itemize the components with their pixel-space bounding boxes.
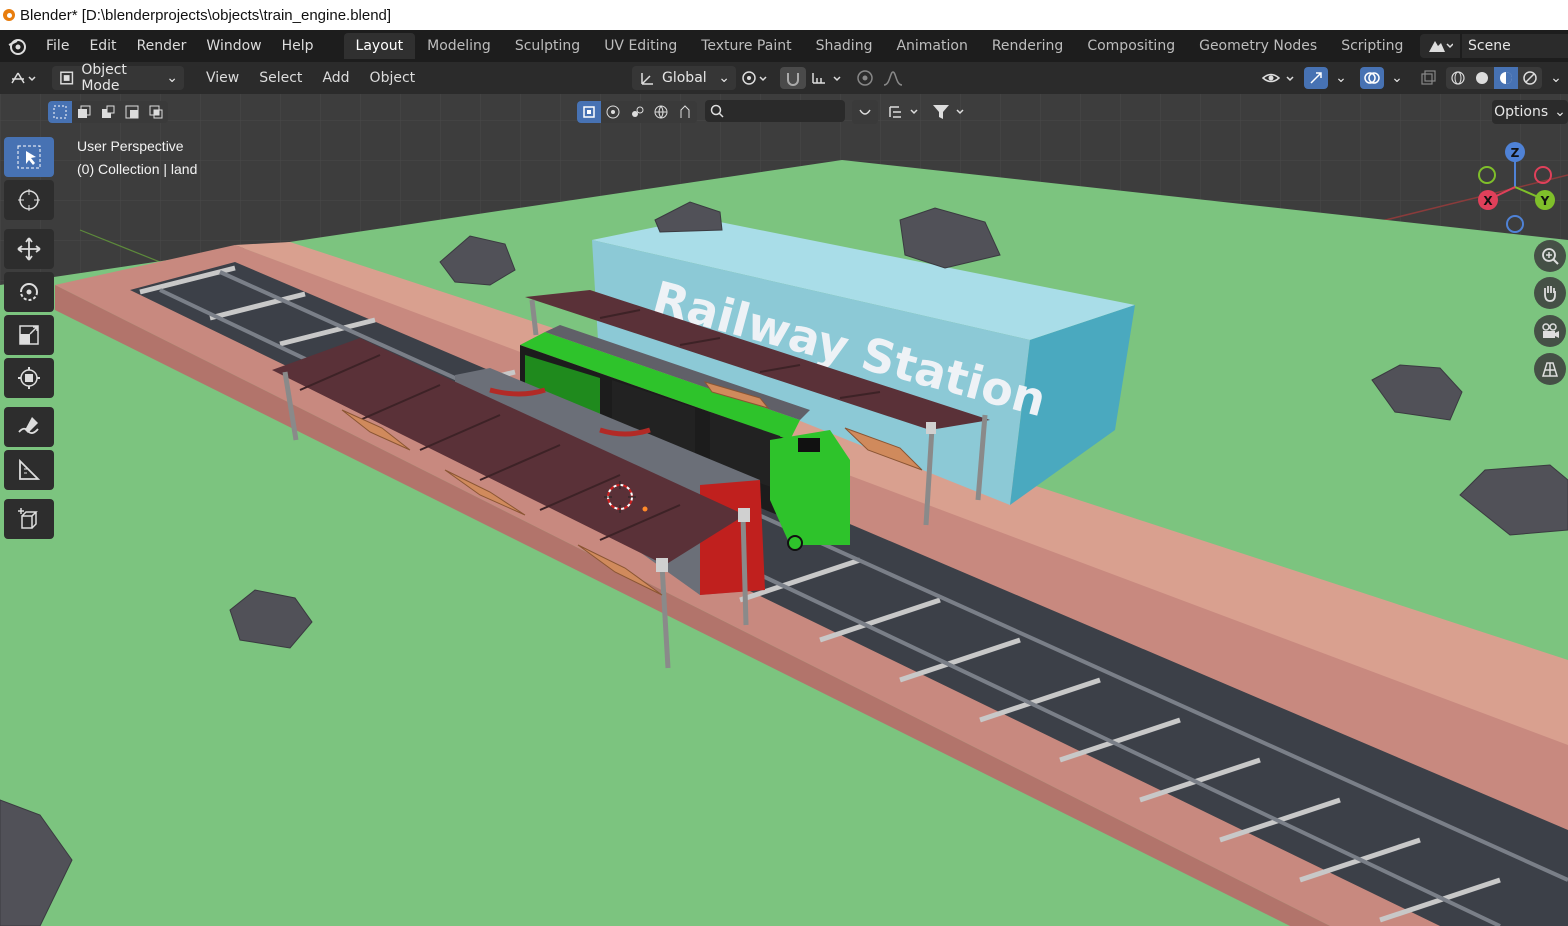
select-new-icon[interactable] (48, 101, 72, 123)
editor-type-icon[interactable] (6, 67, 42, 89)
scene-selector[interactable]: Scene (1420, 33, 1568, 59)
header-menu-select[interactable]: Select (249, 70, 312, 86)
gizmo-x-label: X (1483, 194, 1493, 208)
tab-layout[interactable]: Layout (343, 33, 416, 59)
scene-icon[interactable] (1420, 34, 1460, 58)
menu-help[interactable]: Help (272, 38, 324, 54)
measure-icon[interactable] (4, 450, 54, 490)
tab-sculpting[interactable]: Sculpting (503, 33, 592, 59)
chevron-down-icon[interactable]: ⌄ (1330, 67, 1352, 89)
search-icon (710, 104, 724, 118)
filter-armature-icon[interactable] (673, 101, 697, 123)
options-button[interactable]: Options ⌄ (1492, 100, 1568, 124)
orientation-dropdown[interactable]: Global ⌄ (632, 66, 736, 90)
overlays-toggle-icon[interactable] (1360, 67, 1384, 89)
menu-edit[interactable]: Edit (79, 38, 126, 54)
filter-materials-icon[interactable] (625, 101, 649, 123)
chevron-down-icon[interactable]: ⌄ (1546, 67, 1566, 89)
select-extend-icon[interactable] (72, 101, 96, 123)
blender-menu-icon[interactable] (6, 35, 28, 57)
collection-filter-group (577, 100, 697, 124)
mode-label: Object Mode (81, 62, 127, 94)
header-menu-add[interactable]: Add (312, 70, 359, 86)
orientation-icon (641, 73, 653, 85)
mode-dropdown[interactable]: Object Mode ⌄ (52, 62, 184, 94)
tab-rendering[interactable]: Rendering (980, 33, 1076, 59)
filter-icon[interactable] (928, 100, 970, 124)
wireframe-shading-icon[interactable] (1446, 67, 1470, 89)
filter-meshes-icon[interactable] (601, 101, 625, 123)
gizmo-toggle-icon[interactable] (1304, 67, 1328, 89)
blender-logo-icon (3, 9, 15, 21)
tool-shelf (4, 137, 56, 542)
top-menubar: File Edit Render Window Help Layout Mode… (0, 30, 1568, 62)
menu-file[interactable]: File (36, 38, 79, 54)
scene-render[interactable]: Railway Station Z Y X (0, 94, 1568, 926)
shading-mode-group (1446, 67, 1542, 89)
select-mode-group (48, 100, 168, 124)
sync-icon[interactable] (852, 100, 878, 124)
orientation-label: Global (662, 70, 707, 86)
filter-objects-icon[interactable] (577, 101, 601, 123)
chevron-down-icon[interactable]: ⌄ (1386, 67, 1408, 89)
tab-modeling[interactable]: Modeling (415, 33, 503, 59)
zoom-icon[interactable] (1534, 240, 1566, 272)
menu-render[interactable]: Render (127, 38, 197, 54)
gizmo-y-label: Y (1540, 194, 1550, 208)
move-icon[interactable] (4, 229, 54, 269)
window-titlebar: Blender* [D:\blenderprojects\objects\tra… (0, 0, 1568, 30)
grid-icon[interactable] (1534, 353, 1566, 385)
filter-world-icon[interactable] (649, 101, 673, 123)
viewport-search-input[interactable] (705, 100, 845, 122)
chevron-down-icon: ⌄ (718, 70, 730, 86)
hand-pan-icon[interactable] (1534, 277, 1566, 309)
tab-uv-editing[interactable]: UV Editing (592, 33, 689, 59)
viewport-header: Object Mode ⌄ View Select Add Object Glo… (0, 62, 1568, 94)
falloff-icon[interactable] (880, 67, 914, 89)
object-origin (642, 506, 648, 512)
tab-animation[interactable]: Animation (884, 33, 979, 59)
select-subtract-icon[interactable] (96, 101, 120, 123)
annotate-icon[interactable] (4, 407, 54, 447)
cursor-icon[interactable] (4, 180, 54, 220)
perspective-label: User Perspective (77, 138, 184, 154)
chevron-down-icon: ⌄ (1554, 104, 1566, 120)
collection-label: (0) Collection | land (77, 161, 198, 177)
xray-toggle-icon[interactable] (1416, 67, 1440, 89)
menu-window[interactable]: Window (196, 38, 271, 54)
add-cube-icon[interactable] (4, 499, 54, 539)
material-preview-icon[interactable] (1494, 67, 1518, 89)
transform-icon[interactable] (4, 358, 54, 398)
options-label: Options (1494, 104, 1549, 120)
chevron-down-icon: ⌄ (166, 70, 178, 86)
snap-target-icon[interactable] (808, 67, 846, 89)
proportional-edit-icon[interactable] (852, 67, 878, 89)
rendered-shading-icon[interactable] (1518, 67, 1542, 89)
header-menu-view[interactable]: View (196, 70, 249, 86)
select-box-icon[interactable] (4, 137, 54, 177)
snap-toggle-icon[interactable] (780, 67, 806, 89)
object-mode-icon (60, 71, 74, 85)
camera-icon[interactable] (1534, 315, 1566, 347)
tab-scripting[interactable]: Scripting (1329, 33, 1415, 59)
3d-viewport[interactable]: Railway Station Z Y X (0, 94, 1568, 926)
tab-compositing[interactable]: Compositing (1075, 33, 1187, 59)
pivot-point-icon[interactable] (738, 67, 772, 89)
scene-name[interactable]: Scene (1462, 34, 1568, 58)
display-mode-icon[interactable] (884, 100, 924, 124)
tab-geometry-nodes[interactable]: Geometry Nodes (1187, 33, 1329, 59)
visibility-icon[interactable] (1258, 67, 1298, 89)
rotate-icon[interactable] (4, 272, 54, 312)
solid-shading-icon[interactable] (1470, 67, 1494, 89)
tab-texture-paint[interactable]: Texture Paint (689, 33, 803, 59)
select-invert-icon[interactable] (120, 101, 144, 123)
select-intersect-icon[interactable] (144, 101, 168, 123)
window-title: Blender* [D:\blenderprojects\objects\tra… (20, 6, 392, 24)
gizmo-z-label: Z (1511, 146, 1520, 160)
scale-icon[interactable] (4, 315, 54, 355)
header-menu-object[interactable]: Object (360, 70, 426, 86)
tab-shading[interactable]: Shading (804, 33, 885, 59)
workspace-tabs: Layout Modeling Sculpting UV Editing Tex… (343, 33, 1447, 59)
